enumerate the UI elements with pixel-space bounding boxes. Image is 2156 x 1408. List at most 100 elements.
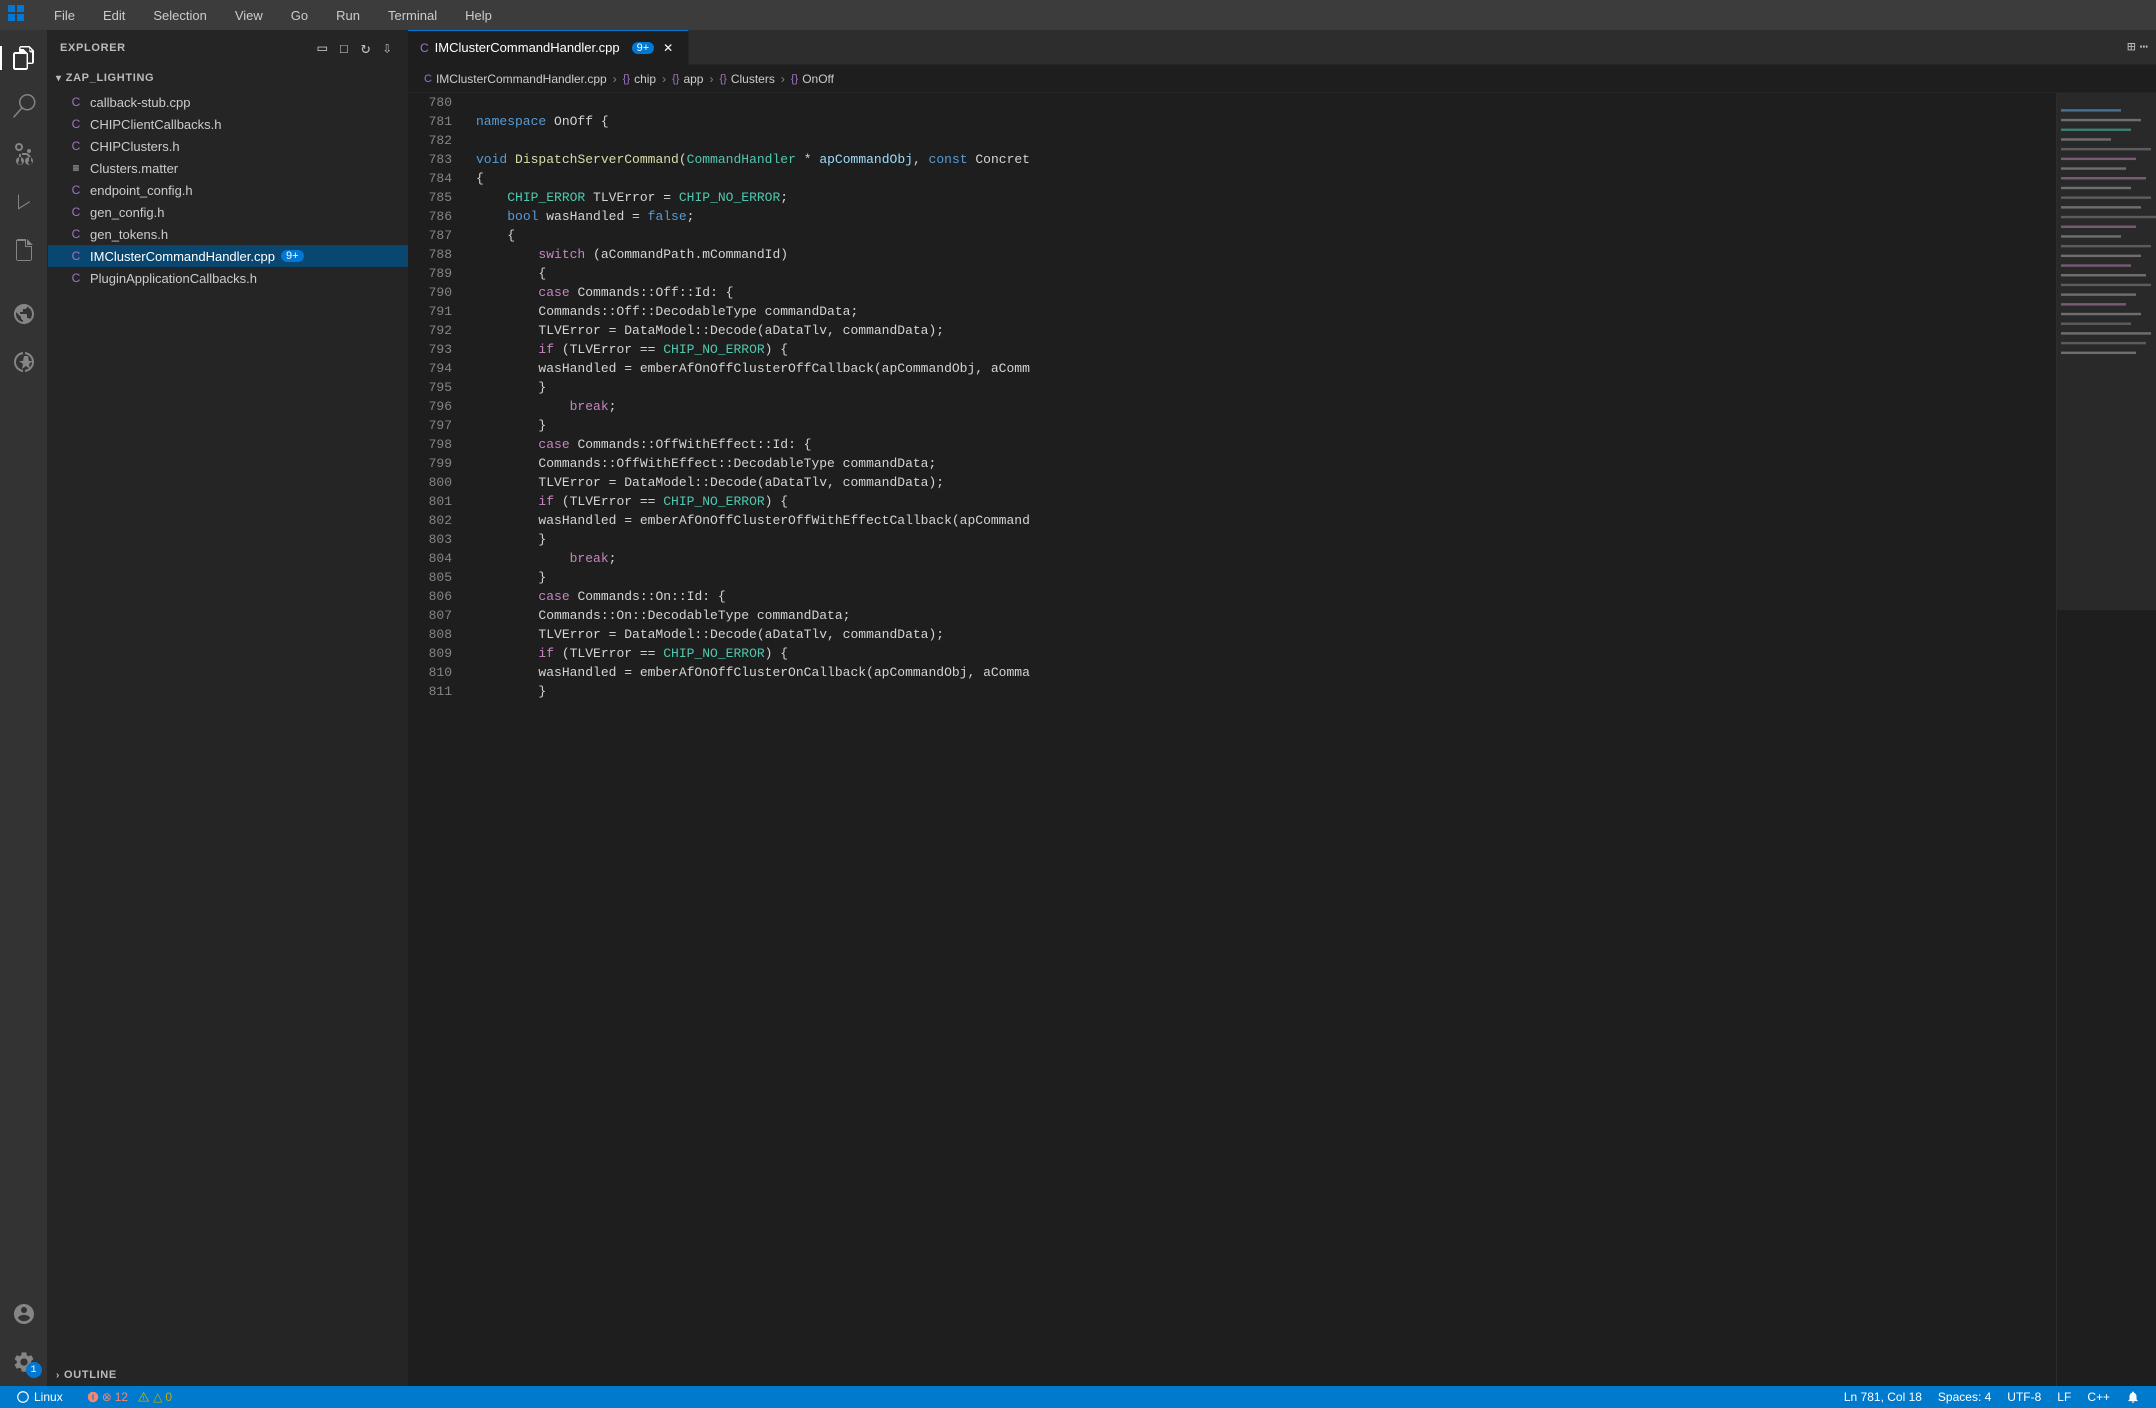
warn-count: △ bbox=[153, 1390, 162, 1404]
breadcrumb-braces-icon-2: {} bbox=[672, 73, 679, 85]
breadcrumb-onoff[interactable]: {} OnOff bbox=[791, 72, 834, 86]
sidebar-header: Explorer ▭ ☐ ↻ ⇩ bbox=[48, 30, 408, 65]
explorer-section: ▾ ZAP_LIGHTING bbox=[48, 65, 408, 91]
file-name: Clusters.matter bbox=[90, 161, 178, 176]
line-num-807: 807 bbox=[408, 606, 460, 625]
line-num-796: 796 bbox=[408, 397, 460, 416]
collapse-button[interactable]: ⇩ bbox=[378, 36, 396, 60]
line-ending-status-item[interactable]: LF bbox=[2049, 1386, 2079, 1408]
activity-bar: 1 bbox=[0, 30, 48, 1386]
breadcrumb-app[interactable]: {} app bbox=[672, 72, 703, 86]
menu-selection[interactable]: Selection bbox=[147, 6, 212, 25]
breadcrumb-chip[interactable]: {} chip bbox=[623, 72, 656, 86]
file-item-plugin-callbacks[interactable]: C PluginApplicationCallbacks.h bbox=[48, 267, 408, 289]
extensions-activity-icon[interactable] bbox=[0, 226, 48, 274]
sidebar: Explorer ▭ ☐ ↻ ⇩ ▾ ZAP_LIGHTING C callba… bbox=[48, 30, 408, 1386]
code-content[interactable]: namespace OnOff { void DispatchServerCom… bbox=[468, 93, 2056, 1386]
new-file-button[interactable]: ▭ bbox=[313, 36, 331, 60]
line-num-785: 785 bbox=[408, 188, 460, 207]
h-file-icon: C bbox=[68, 138, 84, 154]
file-list: C callback-stub.cpp C CHIPClientCallback… bbox=[48, 91, 408, 1364]
language-label: C++ bbox=[2087, 1390, 2110, 1404]
file-name: endpoint_config.h bbox=[90, 183, 193, 198]
code-line-781: namespace OnOff { bbox=[476, 112, 2056, 131]
file-item-callback-stub[interactable]: C callback-stub.cpp bbox=[48, 91, 408, 113]
cpp-active-icon: C bbox=[68, 248, 84, 264]
menu-go[interactable]: Go bbox=[285, 6, 314, 25]
file-name: gen_config.h bbox=[90, 205, 164, 220]
code-line-804: break; bbox=[476, 549, 2056, 568]
tab-close-button[interactable]: ✕ bbox=[660, 40, 676, 56]
breadcrumb-file[interactable]: C IMClusterCommandHandler.cpp bbox=[424, 72, 607, 86]
encoding-label: UTF-8 bbox=[2007, 1390, 2041, 1404]
bell-icon bbox=[2126, 1390, 2140, 1404]
line-num-803: 803 bbox=[408, 530, 460, 549]
settings-activity-icon[interactable]: 1 bbox=[0, 1338, 48, 1386]
search-activity-icon[interactable] bbox=[0, 82, 48, 130]
matter-file-icon: ≡ bbox=[68, 160, 84, 176]
tab-badge: 9+ bbox=[632, 42, 655, 54]
account-activity-icon[interactable] bbox=[0, 1290, 48, 1338]
language-status-item[interactable]: C++ bbox=[2079, 1386, 2118, 1408]
activity-bottom: 1 bbox=[0, 1290, 48, 1386]
refresh-button[interactable]: ↻ bbox=[357, 36, 375, 60]
remote-status-item[interactable]: Linux bbox=[8, 1386, 71, 1408]
menu-terminal[interactable]: Terminal bbox=[382, 6, 443, 25]
tab-imcluster-handler[interactable]: C IMClusterCommandHandler.cpp 9+ ✕ bbox=[408, 30, 689, 65]
line-num-810: 810 bbox=[408, 663, 460, 682]
timeline-activity-icon[interactable] bbox=[0, 338, 48, 386]
file-item-endpoint-config[interactable]: C endpoint_config.h bbox=[48, 179, 408, 201]
code-line-792: TLVError = DataModel::Decode(aDataTlv, c… bbox=[476, 321, 2056, 340]
file-item-chip-client-callbacks[interactable]: C CHIPClientCallbacks.h bbox=[48, 113, 408, 135]
notifications-status-item[interactable] bbox=[2118, 1386, 2148, 1408]
menu-view[interactable]: View bbox=[229, 6, 269, 25]
line-num-783: 783 bbox=[408, 150, 460, 169]
explorer-activity-icon[interactable] bbox=[0, 34, 48, 82]
code-line-798: case Commands::OffWithEffect::Id: { bbox=[476, 435, 2056, 454]
new-folder-button[interactable]: ☐ bbox=[335, 36, 353, 60]
file-item-chip-clusters[interactable]: C CHIPClusters.h bbox=[48, 135, 408, 157]
breadcrumb-braces-icon-4: {} bbox=[791, 73, 798, 85]
error-count: ⊗ bbox=[102, 1390, 112, 1404]
minimap-viewport bbox=[2057, 93, 2156, 610]
code-editor[interactable]: 780 781 782 783 784 785 786 787 788 789 … bbox=[408, 93, 2156, 1386]
error-status: ⊗ 12 bbox=[87, 1390, 128, 1404]
line-num-811: 811 bbox=[408, 682, 460, 701]
project-section-header[interactable]: ▾ ZAP_LIGHTING bbox=[48, 67, 408, 89]
encoding-status-item[interactable]: UTF-8 bbox=[1999, 1386, 2049, 1408]
file-item-gen-config[interactable]: C gen_config.h bbox=[48, 201, 408, 223]
menu-file[interactable]: File bbox=[48, 6, 81, 25]
app-icon bbox=[8, 5, 24, 25]
remote-activity-icon[interactable] bbox=[0, 290, 48, 338]
line-num-795: 795 bbox=[408, 378, 460, 397]
code-line-780 bbox=[476, 93, 2056, 112]
file-item-gen-tokens[interactable]: C gen_tokens.h bbox=[48, 223, 408, 245]
run-debug-activity-icon[interactable] bbox=[0, 178, 48, 226]
split-editor-button[interactable]: ⊞ bbox=[2127, 39, 2135, 56]
code-line-807: Commands::On::DecodableType commandData; bbox=[476, 606, 2056, 625]
outline-section-header[interactable]: › OUTLINE bbox=[48, 1364, 408, 1386]
position-label: Ln 781, Col 18 bbox=[1844, 1390, 1922, 1404]
spaces-status-item[interactable]: Spaces: 4 bbox=[1930, 1386, 1999, 1408]
more-actions-button[interactable]: ⋯ bbox=[2140, 39, 2148, 56]
file-item-clusters-matter[interactable]: ≡ Clusters.matter bbox=[48, 157, 408, 179]
h-file-icon: C bbox=[68, 116, 84, 132]
breadcrumb-sep-1: › bbox=[613, 72, 617, 86]
error-count-val: 12 bbox=[115, 1390, 128, 1404]
code-line-800: TLVError = DataModel::Decode(aDataTlv, c… bbox=[476, 473, 2056, 492]
breadcrumb-clusters[interactable]: {} Clusters bbox=[719, 72, 774, 86]
menu-edit[interactable]: Edit bbox=[97, 6, 131, 25]
line-numbers: 780 781 782 783 784 785 786 787 788 789 … bbox=[408, 93, 468, 1386]
line-num-790: 790 bbox=[408, 283, 460, 302]
code-line-782 bbox=[476, 131, 2056, 150]
line-num-787: 787 bbox=[408, 226, 460, 245]
source-control-activity-icon[interactable] bbox=[0, 130, 48, 178]
file-item-imcluster-handler[interactable]: C IMClusterCommandHandler.cpp 9+ bbox=[48, 245, 408, 267]
position-status-item[interactable]: Ln 781, Col 18 bbox=[1836, 1386, 1930, 1408]
code-line-796: break; bbox=[476, 397, 2056, 416]
warn-status: △ 0 bbox=[138, 1390, 172, 1404]
settings-badge: 1 bbox=[26, 1362, 42, 1378]
error-status-item[interactable]: ⊗ 12 △ 0 bbox=[79, 1386, 180, 1408]
menu-run[interactable]: Run bbox=[330, 6, 366, 25]
menu-help[interactable]: Help bbox=[459, 6, 498, 25]
